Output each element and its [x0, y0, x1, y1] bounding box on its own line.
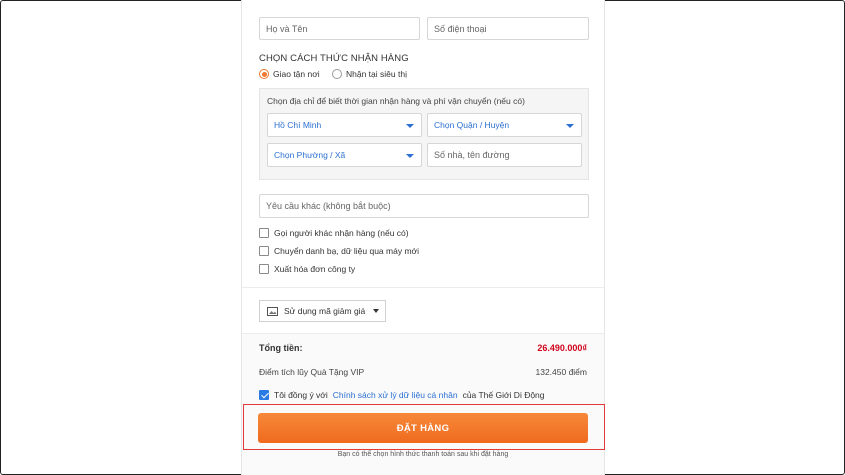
extra-option-label: Xuất hóa đơn công ty [274, 264, 356, 274]
agreement-suffix: của Thế Giới Di Động [462, 390, 545, 400]
total-price: 26.490.000₫ [537, 343, 587, 353]
extra-option-label: Gọi người khác nhận hàng (nếu có) [274, 228, 409, 238]
extra-option-other-receiver[interactable]: Gọi người khác nhận hàng (nếu có) [259, 228, 409, 238]
chevron-down-icon [373, 309, 379, 313]
radio-label: Giao tận nơi [273, 69, 320, 79]
checkbox-icon[interactable] [259, 228, 269, 238]
vip-points-value: 132.450 điểm [535, 367, 587, 377]
coupon-dropdown[interactable]: Sử dụng mã giảm giá [259, 300, 386, 322]
chevron-down-icon [406, 124, 414, 128]
payment-note: Bạn có thể chọn hình thức thanh toán sau… [337, 451, 509, 458]
ward-select[interactable]: Chọn Phường / Xã [267, 143, 422, 167]
total-label: Tổng tiền: [259, 343, 303, 353]
coupon-label: Sử dụng mã giảm giá [284, 306, 366, 316]
checkbox-icon[interactable] [259, 246, 269, 256]
privacy-agreement[interactable]: Tôi đồng ý với Chính sách xử lý dữ liệu … [259, 390, 545, 400]
address-panel: Chọn địa chỉ để biết thời gian nhận hàng… [259, 88, 589, 180]
checkbox-icon[interactable] [259, 264, 269, 274]
radio-selected-icon[interactable] [259, 69, 269, 79]
city-select[interactable]: Hồ Chí Minh [267, 113, 422, 137]
radio-home-delivery[interactable]: Giao tận nơi [259, 69, 320, 79]
ward-value: Chọn Phường / Xã [274, 150, 346, 160]
chevron-down-icon [566, 124, 574, 128]
agreement-prefix: Tôi đồng ý với [274, 390, 328, 400]
street-input[interactable] [427, 143, 582, 167]
delivery-method-title: CHỌN CÁCH THỨC NHẬN HÀNG [259, 53, 409, 64]
extra-option-company-invoice[interactable]: Xuất hóa đơn công ty [259, 264, 355, 274]
summary-divider [242, 333, 604, 334]
extra-option-label: Chuyển danh bạ, dữ liệu qua máy mới [274, 246, 419, 256]
radio-store-pickup[interactable]: Nhận tại siêu thị [332, 69, 407, 79]
phone-input[interactable] [427, 17, 589, 40]
coupon-icon [267, 306, 278, 316]
district-select[interactable]: Chọn Quận / Huyện [427, 113, 582, 137]
other-request-input[interactable] [259, 194, 589, 218]
radio-label: Nhận tại siêu thị [346, 69, 407, 79]
radio-unselected-icon[interactable] [332, 69, 342, 79]
privacy-policy-link[interactable]: Chính sách xử lý dữ liệu cá nhân [333, 390, 458, 400]
chevron-down-icon [406, 154, 414, 158]
city-value: Hồ Chí Minh [274, 120, 322, 130]
place-order-button[interactable]: ĐẶT HÀNG [258, 413, 588, 443]
name-input[interactable] [259, 17, 420, 40]
vip-points-label: Điểm tích lũy Quà Tặng VIP [259, 367, 365, 377]
district-value: Chọn Quận / Huyện [434, 120, 510, 130]
extra-option-transfer-data[interactable]: Chuyển danh bạ, dữ liệu qua máy mới [259, 246, 419, 256]
address-hint: Chọn địa chỉ để biết thời gian nhận hàng… [267, 96, 525, 106]
checkbox-checked-icon[interactable] [259, 390, 269, 400]
section-divider [242, 287, 604, 288]
